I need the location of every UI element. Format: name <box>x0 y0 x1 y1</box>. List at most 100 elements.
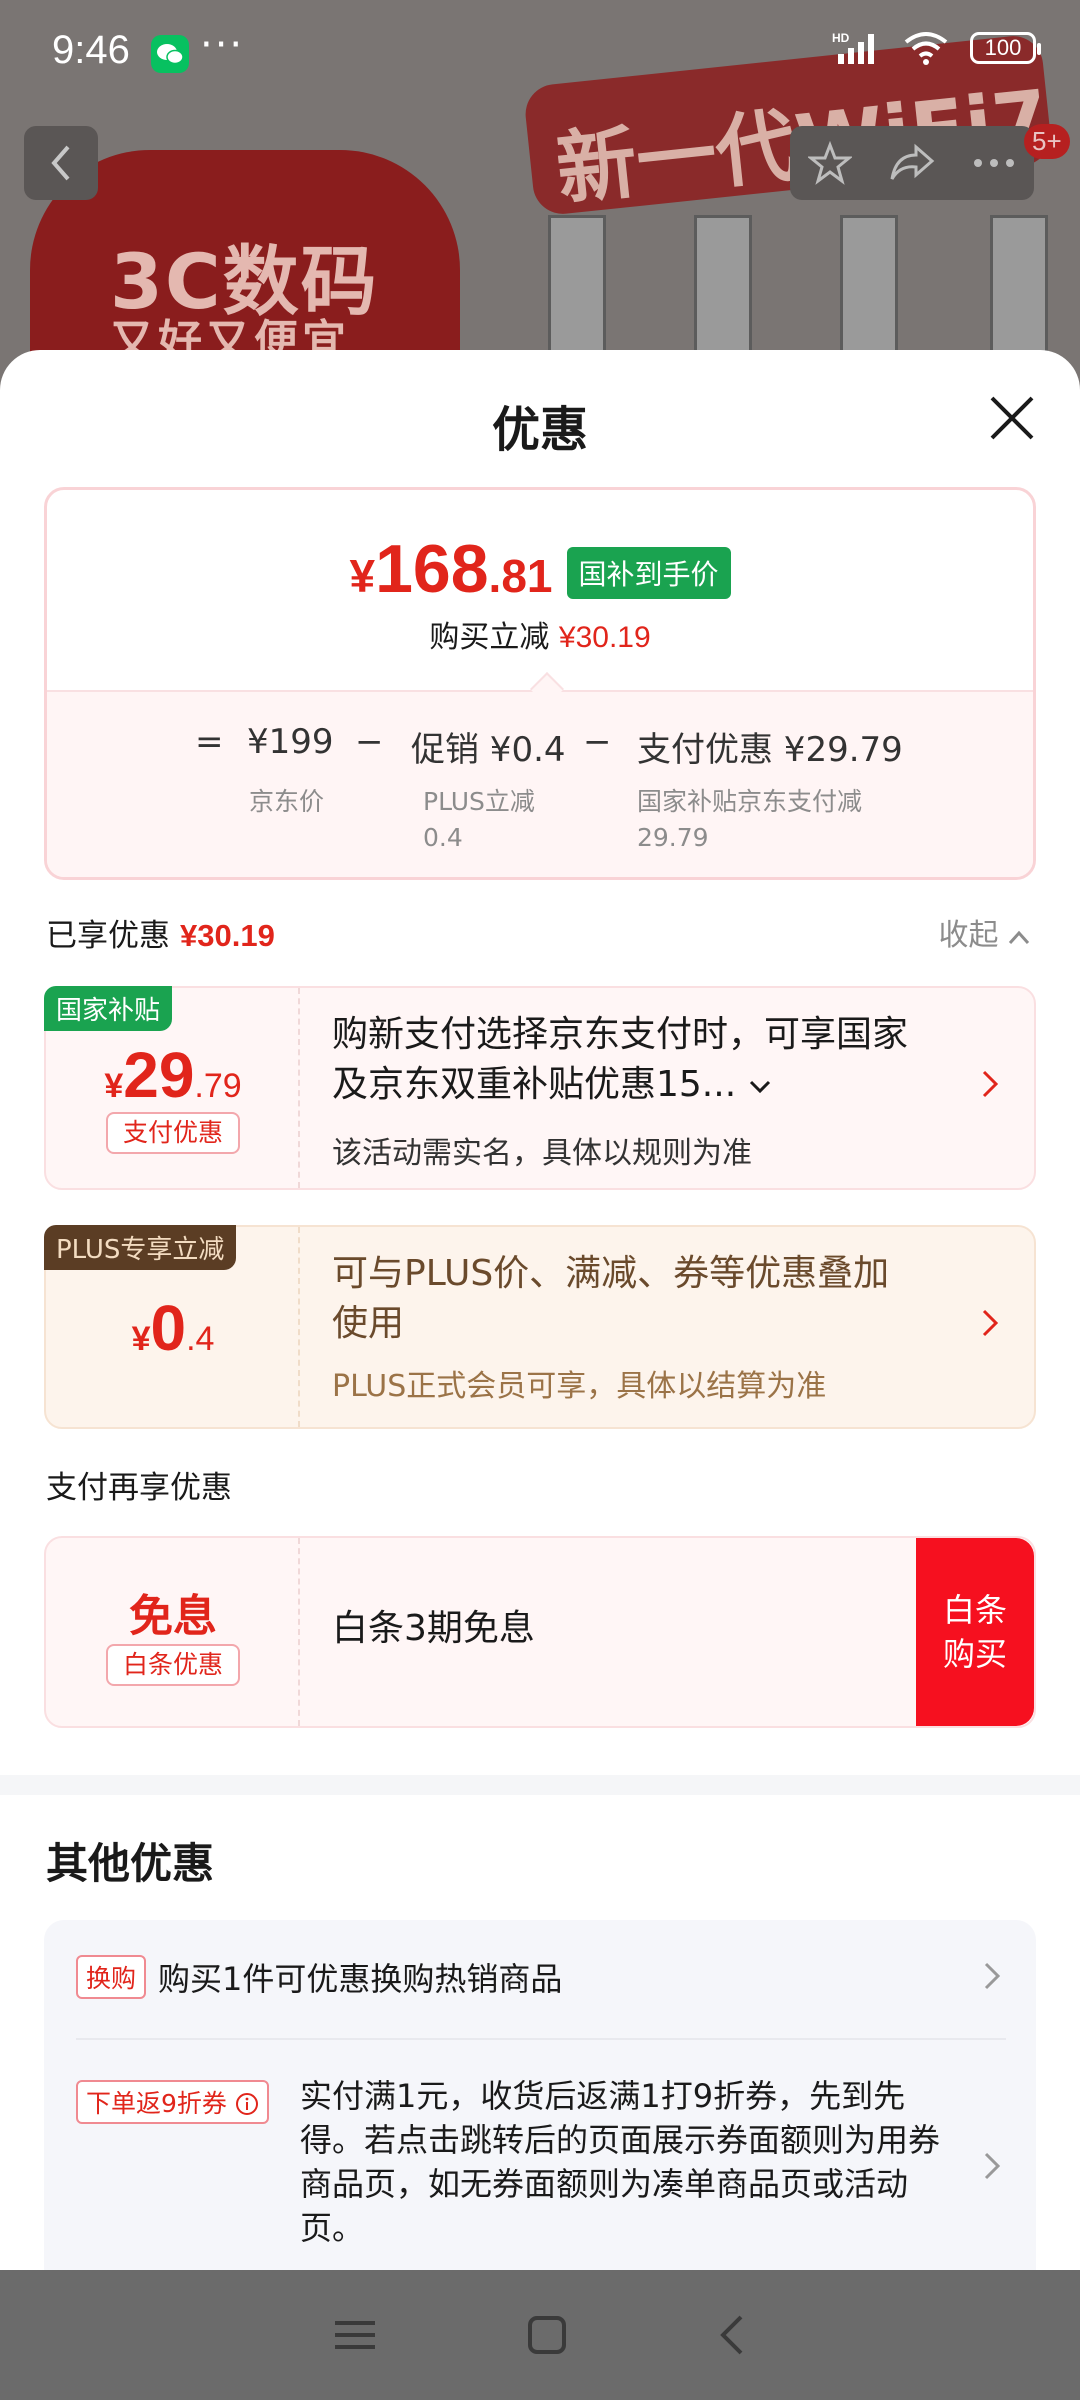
button-line2: 购买 <box>942 1635 1007 1673</box>
chevron-down-icon[interactable] <box>748 1078 772 1096</box>
status-icons: HD 100 <box>832 30 1041 66</box>
amount-decimal: .4 <box>186 1320 215 1358</box>
instant-reduction: 购买立减 ¥30.19 <box>47 612 1033 656</box>
sheet-title: 优惠 <box>491 402 588 458</box>
price-decimal: .81 <box>488 550 553 602</box>
back-button[interactable] <box>24 126 98 200</box>
minus-sign: − <box>583 722 612 762</box>
chevron-up-icon <box>1008 930 1030 945</box>
offer-amount: ¥29.79 <box>46 1038 300 1112</box>
chevron-right-icon[interactable] <box>982 2146 1002 2192</box>
promo-amount: 促销 ¥0.4 <box>411 730 566 770</box>
price-summary-card: ¥ 168 .81 国补到手价 购买立减 ¥30.19 = ¥199 − 促销 … <box>44 487 1036 880</box>
hd-label: HD <box>832 31 850 45</box>
top-actions <box>790 126 1034 200</box>
rebate-coupon-text: 实付满1元，收货后返满1打9折券，先到先得。若点击跳转后的页面展示券面额则为用券… <box>300 2077 941 2247</box>
other-offers-title: 其他优惠 <box>46 1839 215 1888</box>
status-time: 9:46 <box>52 28 130 72</box>
pay-label-1: 国家补贴京东支付减 <box>637 787 863 816</box>
price-type-tag: 国补到手价 <box>566 547 731 599</box>
jd-price: ¥199 <box>247 722 334 762</box>
baitiao-button-label: 白条 购买 <box>943 1588 1007 1676</box>
offer-amount-area: 免息 白条优惠 <box>46 1538 300 1726</box>
back-icon[interactable] <box>717 2313 747 2357</box>
status-bar: 9:46 ··· HD 100 <box>0 0 1080 110</box>
amount-integer: 0 <box>150 1292 187 1364</box>
collapse-label: 收起 <box>938 918 999 953</box>
national-subsidy-offer[interactable]: ¥29.79 支付优惠 国家补贴 购新支付选择京东支付时，可享国家 及京东双重补… <box>44 986 1036 1190</box>
system-nav-bar <box>0 2270 1080 2400</box>
baitiao-offer[interactable]: 免息 白条优惠 白条3期免息 白条 购买 <box>44 1536 1036 1728</box>
final-price: ¥ 168 .81 国补到手价 <box>47 530 1033 608</box>
offer-text-line2: 使用 <box>332 1303 405 1344</box>
offer-text-line1: 购新支付选择京东支付时，可享国家 <box>332 1014 909 1055</box>
more-icon[interactable] <box>972 157 1016 169</box>
promo-label: PLUS立减 0.4 <box>423 784 535 856</box>
section-divider <box>0 1775 1080 1795</box>
jd-price-label: 京东价 <box>249 787 325 816</box>
pay-discount-pill: 支付优惠 <box>106 1112 240 1154</box>
baitiao-text: 白条3期免息 <box>332 1608 535 1649</box>
notification-badge: 5+ <box>1024 124 1070 159</box>
plus-tag: PLUS专享立减 <box>44 1225 237 1270</box>
reduce-label: 购买立减 <box>429 620 550 655</box>
currency-symbol: ¥ <box>131 1320 151 1358</box>
menu-icon[interactable] <box>333 2317 377 2353</box>
star-icon[interactable] <box>808 141 852 185</box>
wechat-icon <box>151 35 189 73</box>
rebate-tag-label: 下单返9折券 <box>86 2089 227 2118</box>
discount-sheet: 优惠 ¥ 168 .81 国补到手价 购买立减 ¥30.19 = ¥199 − … <box>0 350 1080 2270</box>
promo-label-2: 0.4 <box>423 823 463 852</box>
offer-description: 购新支付选择京东支付时，可享国家 及京东双重补贴优惠15... <box>332 1010 908 1110</box>
wifi-icon <box>904 32 948 65</box>
battery-icon: 100 <box>970 32 1041 64</box>
offer-note: 该活动需实名，具体以规则为准 <box>332 1136 752 1171</box>
signal-icon: HD <box>832 31 874 64</box>
enjoyed-label: 已享优惠 <box>46 918 170 954</box>
trade-in-offer[interactable]: 换购 购买1件可优惠换购热销商品 <box>76 1954 562 2000</box>
more-notifications-icon: ··· <box>200 22 245 68</box>
enjoyed-discounts-header: 已享优惠 ¥30.19 <box>46 910 275 955</box>
amount-decimal: .79 <box>194 1067 242 1105</box>
list-divider <box>76 2038 1006 2040</box>
offer-description: 可与PLUS价、满减、券等优惠叠加 使用 <box>332 1249 889 1349</box>
chevron-right-icon[interactable] <box>982 1956 1002 2002</box>
other-offers-list: 换购 购买1件可优惠换购热销商品 下单返9折券 实付满1元，收货后返满1打9折券… <box>44 1920 1036 2270</box>
chevron-right-icon <box>980 1064 1000 1110</box>
price-integer: 168 <box>375 531 489 607</box>
offer-text-line2[interactable]: 及京东双重补贴优惠15... <box>332 1060 908 1110</box>
enjoyed-value: ¥30.19 <box>180 918 275 953</box>
button-line1: 白条 <box>942 1591 1007 1629</box>
trade-in-text: 购买1件可优惠换购热销商品 <box>158 1960 563 1998</box>
collapse-button[interactable]: 收起 <box>938 910 1030 954</box>
offer-text-line2-label: 及京东双重补贴优惠15... <box>332 1064 737 1105</box>
currency-symbol: ¥ <box>349 550 376 602</box>
baitiao-pill: 白条优惠 <box>106 1644 240 1686</box>
home-icon[interactable] <box>527 2315 567 2355</box>
chevron-right-icon <box>980 1303 1000 1349</box>
trade-in-tag: 换购 <box>76 1955 147 1999</box>
offer-note: PLUS正式会员可享，具体以结算为准 <box>332 1369 827 1404</box>
amount-integer: 29 <box>123 1039 195 1111</box>
reduce-value: ¥30.19 <box>558 621 651 654</box>
info-icon[interactable] <box>235 2092 259 2116</box>
price-top: ¥ 168 .81 国补到手价 购买立减 ¥30.19 <box>47 490 1033 690</box>
share-icon[interactable] <box>888 143 936 183</box>
rebate-coupon-tag[interactable]: 下单返9折券 <box>76 2080 269 2124</box>
offer-amount: ¥0.4 <box>46 1291 300 1365</box>
pay-label-2: 29.79 <box>637 823 709 852</box>
minus-sign: − <box>355 722 384 762</box>
equals-sign: = <box>195 722 224 762</box>
promo-label-1: PLUS立减 <box>423 787 535 816</box>
pay-discount-amount: 支付优惠 ¥29.79 <box>637 730 903 770</box>
close-icon[interactable] <box>984 390 1040 446</box>
payment-section-title: 支付再享优惠 <box>46 1470 232 1506</box>
plus-discount-offer[interactable]: ¥0.4 PLUS专享立减 可与PLUS价、满减、券等优惠叠加 使用 PLUS正… <box>44 1225 1036 1429</box>
interest-free-title: 免息 <box>129 1592 217 1641</box>
national-subsidy-tag: 国家补贴 <box>44 986 173 1031</box>
offer-text-line1: 可与PLUS价、满减、券等优惠叠加 <box>332 1253 890 1294</box>
currency-symbol: ¥ <box>104 1067 124 1105</box>
baitiao-buy-button[interactable]: 白条 购买 <box>916 1538 1034 1726</box>
pay-label: 国家补贴京东支付减 29.79 <box>637 784 862 856</box>
chevron-left-icon <box>51 145 70 181</box>
